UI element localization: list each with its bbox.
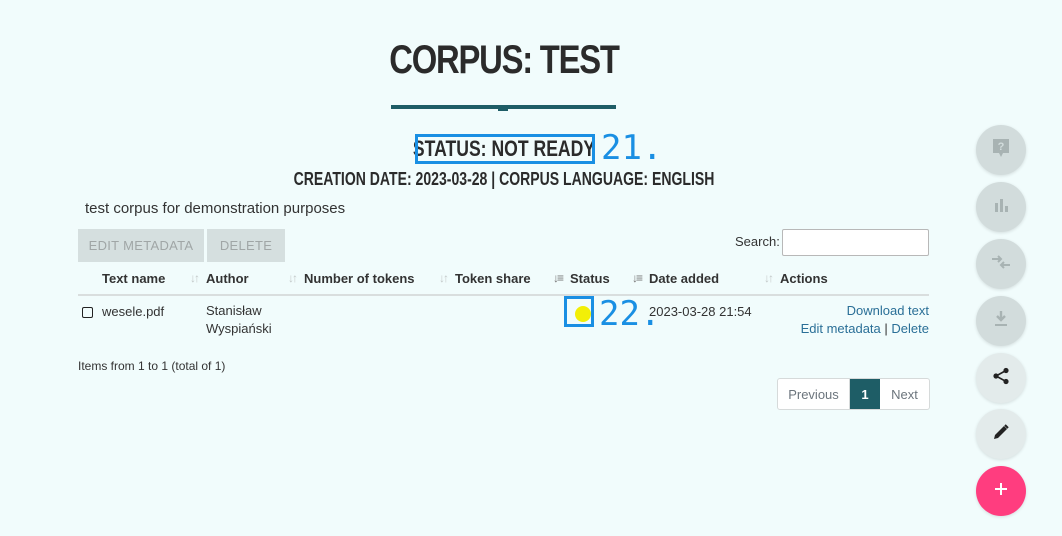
- column-actions: Actions: [780, 262, 929, 296]
- page-1-button[interactable]: 1: [850, 379, 880, 409]
- sort-ascending-icon[interactable]: ↓≡: [553, 271, 564, 285]
- column-label: Actions: [780, 270, 828, 286]
- edit-metadata-button[interactable]: EDIT METADATA: [78, 229, 204, 262]
- delete-text-link[interactable]: Delete: [891, 321, 929, 336]
- column-label: Status: [570, 270, 610, 286]
- download-icon: [993, 310, 1009, 333]
- share-cell: [455, 295, 570, 356]
- pagination: Previous 1 Next: [777, 378, 930, 410]
- select-column-header: [78, 262, 102, 296]
- sort-icon[interactable]: ↓↑: [190, 271, 200, 285]
- next-page-button[interactable]: Next: [880, 379, 929, 409]
- search-label: Search:: [735, 234, 780, 249]
- column-label: Number of tokens: [304, 270, 415, 286]
- help-icon: ?: [991, 137, 1011, 164]
- annotation-box-22: [564, 296, 594, 327]
- column-label: Text name: [102, 270, 166, 286]
- annotation-label-21: 21.: [601, 128, 663, 168]
- sort-icon[interactable]: ↓↑: [764, 271, 774, 285]
- share-button[interactable]: [976, 353, 1026, 403]
- delete-corpus-button[interactable]: DELETE: [207, 229, 285, 262]
- column-number-of-tokens[interactable]: Number of tokens ↓↑: [304, 262, 455, 296]
- share-icon: [992, 367, 1010, 390]
- column-status[interactable]: Status ↓≡: [570, 262, 649, 296]
- sort-descending-icon[interactable]: ↓≡: [632, 271, 643, 285]
- download-text-link[interactable]: Download text: [847, 303, 929, 318]
- column-author[interactable]: Author ↓↑: [206, 262, 304, 296]
- add-button[interactable]: [976, 466, 1026, 516]
- date-added: 2023-03-28 21:54: [649, 304, 752, 319]
- column-label: Date added: [649, 270, 720, 286]
- svg-text:?: ?: [998, 141, 1005, 153]
- bar-chart-icon: [993, 197, 1009, 218]
- edit-button[interactable]: [976, 409, 1026, 459]
- add-icon: [993, 481, 1009, 502]
- corpus-description: test corpus for demonstration purposes: [85, 200, 346, 217]
- compare-button[interactable]: [976, 239, 1026, 289]
- row-checkbox[interactable]: [82, 307, 93, 318]
- tokens-cell: [304, 295, 455, 356]
- edit-icon: [992, 423, 1010, 446]
- search-input[interactable]: [782, 229, 929, 256]
- page-title: CORPUS: TEST: [389, 38, 620, 82]
- author-second-line: Wyspiański: [206, 321, 272, 336]
- text-name: wesele.pdf: [102, 304, 165, 319]
- items-count: Items from 1 to 1 (total of 1): [78, 359, 226, 373]
- texts-table: Text name ↓↑ Author ↓↑ Number of tokens ↓↑ …: [78, 262, 929, 356]
- statistics-button[interactable]: [976, 182, 1026, 232]
- column-date-added[interactable]: Date added ↓↑: [649, 262, 780, 296]
- sort-icon[interactable]: ↓↑: [288, 271, 298, 285]
- column-label: Token share: [455, 270, 531, 286]
- author-cell: Stanisław Wyspiański: [206, 295, 304, 356]
- column-text-name[interactable]: Text name ↓↑: [102, 262, 206, 296]
- corpus-meta: CREATION DATE: 2023-03-28 | CORPUS LANGU…: [293, 169, 715, 189]
- column-label: Author: [206, 270, 249, 286]
- sort-icon[interactable]: ↓↑: [439, 271, 449, 285]
- title-underline-tick: [498, 105, 508, 111]
- edit-metadata-link[interactable]: Edit metadata: [801, 321, 881, 336]
- compare-arrows-icon: [991, 254, 1011, 275]
- annotation-label-22: 22.: [599, 294, 661, 334]
- annotation-box-21: [415, 134, 595, 164]
- actions-cell: Download text Edit metadata | Delete: [780, 295, 929, 356]
- column-token-share[interactable]: Token share ↓≡: [455, 262, 570, 296]
- previous-page-button[interactable]: Previous: [778, 379, 850, 409]
- download-button[interactable]: [976, 296, 1026, 346]
- actions-separator: |: [884, 321, 888, 336]
- table-row: wesele.pdf Stanisław Wyspiański 2023-03-…: [78, 295, 929, 356]
- help-button[interactable]: ?: [976, 125, 1026, 175]
- author-first-line: Stanisław: [206, 303, 262, 318]
